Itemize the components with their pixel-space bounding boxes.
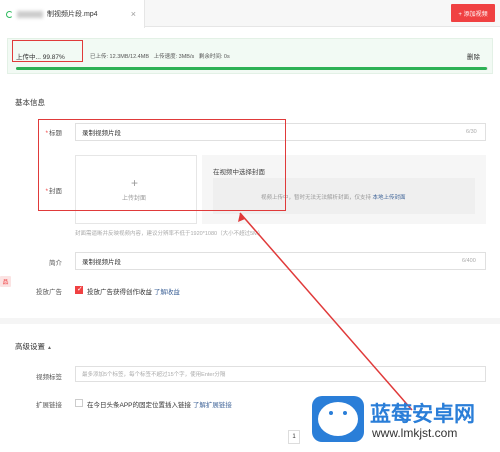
tags-placeholder: 最多添加5个标签，每个标签不超过15个字，使用Enter分隔	[82, 372, 226, 378]
side-badge-icon[interactable]: 品	[0, 276, 11, 287]
blueberry-logo-icon	[312, 396, 364, 442]
intro-input[interactable]: 录制视频片段	[75, 252, 486, 270]
page-number[interactable]: 1	[288, 430, 300, 444]
local-upload-cover-link[interactable]: 本地上传封面	[373, 195, 406, 201]
watermark-brand: 蓝莓安卓网	[370, 403, 475, 426]
ad-text: 投放广告获得创作收益	[87, 289, 152, 296]
tags-label: 视频标签	[36, 374, 62, 381]
intro-counter: 6/400	[462, 258, 476, 264]
file-name: 制视频片段.mp4	[47, 11, 98, 18]
check-icon: ✓	[77, 286, 83, 293]
upload-status: 上传中... 99.87%	[16, 54, 65, 61]
blurred-file-prefix	[17, 10, 43, 18]
basic-info-title: 基本信息	[15, 98, 45, 107]
chevron-up-icon: ▲	[47, 345, 52, 351]
close-icon[interactable]: ×	[131, 9, 136, 19]
title-counter: 6/30	[466, 129, 477, 135]
ad-label: 投放广告	[36, 289, 62, 296]
loading-spinner-icon	[6, 10, 13, 18]
section-divider	[0, 318, 500, 324]
file-tab[interactable]: 制视频片段.mp4 ×	[0, 0, 145, 28]
cover-choose-message: 视频上传中，暂时无法无法解析封面，仅支持 本地上传封面	[261, 195, 406, 201]
cover-choose-title: 在视频中选择封面	[213, 169, 265, 176]
title-input[interactable]: 录制视频片段	[75, 123, 486, 141]
top-bar: 制视频片段.mp4 × + 添加视频	[0, 0, 500, 28]
title-value: 录制视频片段	[82, 130, 121, 137]
learn-revenue-link[interactable]: 了解收益	[154, 289, 180, 296]
watermark: 蓝莓安卓网 www.lmkjst.com	[312, 390, 500, 452]
add-video-button[interactable]: + 添加视频	[451, 4, 495, 22]
cover-upload-label: 上传封面	[122, 196, 147, 202]
cover-choose-area: 视频上传中，暂时无法无法解析封面，仅支持 本地上传封面	[213, 178, 475, 214]
uploaded-size: 已上传: 12.3MB/12.4MB	[90, 54, 149, 60]
progress-fill	[16, 67, 488, 70]
extension-link-label: 扩展链接	[36, 402, 62, 409]
ad-option: 投放广告获得创作收益 了解收益	[87, 286, 180, 296]
learn-extension-link[interactable]: 了解扩展链接	[193, 402, 232, 409]
ad-checkbox[interactable]: ✓	[75, 286, 83, 294]
intro-label: 简介	[49, 260, 62, 267]
upload-speed: 上传速度: 3MB/s	[153, 54, 195, 60]
watermark-url: www.lmkjst.com	[372, 426, 458, 440]
title-label: *标题	[45, 130, 62, 137]
extension-link-text: 在今日头条APP的固定位置插入链接	[87, 402, 192, 409]
delete-button[interactable]: 删除	[467, 51, 480, 61]
upload-stats: 已上传: 12.3MB/12.4MB 上传速度: 3MB/s 剩余时间: 0s	[90, 52, 230, 60]
tags-input[interactable]: 最多添加5个标签，每个标签不超过15个字，使用Enter分隔	[75, 366, 486, 382]
plus-icon: +	[131, 176, 139, 190]
remaining-time: 剩余时间: 0s	[198, 54, 230, 60]
cover-label: *封面	[45, 188, 62, 195]
cover-choose-panel: 在视频中选择封面 视频上传中，暂时无法无法解析封面，仅支持 本地上传封面	[202, 155, 486, 224]
extension-link-option: 在今日头条APP的固定位置插入链接 了解扩展链接	[87, 399, 232, 409]
advanced-settings-title[interactable]: 高级设置 ▲	[15, 341, 52, 352]
cover-upload-box[interactable]: + 上传封面	[75, 155, 197, 224]
progress-bar	[16, 67, 488, 70]
cover-hint: 封面需逼晰并反映视频内容，建议分辨率不低于1920*1080（大小不超过5M）	[75, 231, 264, 237]
extension-link-checkbox[interactable]	[75, 399, 83, 407]
upload-progress-panel: 上传中... 99.87% 已上传: 12.3MB/12.4MB 上传速度: 3…	[7, 38, 493, 74]
intro-value: 录制视频片段	[82, 259, 121, 266]
